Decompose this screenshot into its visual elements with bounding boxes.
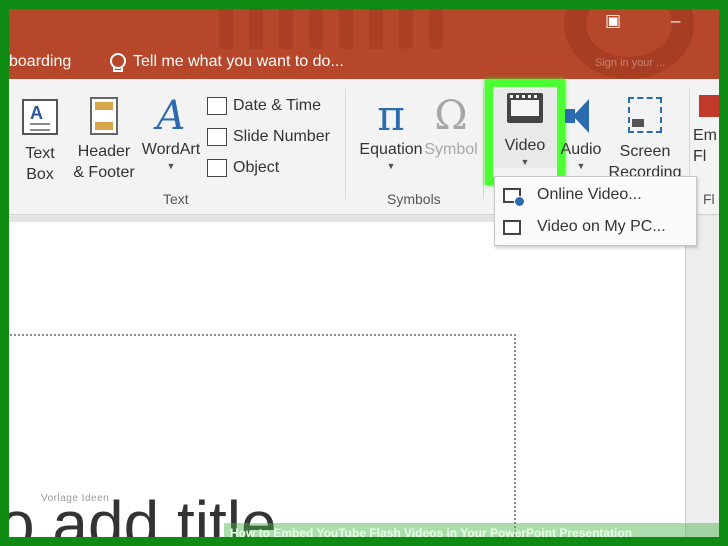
chevron-down-icon: ▼: [166, 161, 176, 171]
watermark-text: Vorlage Ideen: [41, 493, 110, 504]
calendar-icon: [207, 97, 227, 115]
screen-recording-button[interactable]: Screen Recording: [605, 95, 685, 183]
slide-number-label: Slide Number: [233, 128, 330, 145]
text-box-icon: A: [22, 99, 58, 135]
date-time-label: Date & Time: [233, 97, 322, 114]
wordart-button[interactable]: A WordArt ▼: [139, 93, 203, 172]
sign-in-hint[interactable]: Sign in your ...: [595, 57, 665, 69]
tell-me-box[interactable]: Tell me what you want to do...: [109, 53, 344, 72]
group-label-text: Text: [163, 191, 189, 207]
symbol-label: Symbol: [424, 141, 478, 158]
tell-me-text: Tell me what you want to do...: [133, 53, 344, 70]
menu-item-video-on-pc[interactable]: Video on My PC...: [495, 211, 696, 243]
symbol-button[interactable]: Ω Symbol: [421, 93, 481, 160]
powerpoint-window: ▣ – boarding Tell me what you want to do…: [9, 9, 719, 537]
text-box-label-1: Text: [25, 145, 55, 162]
screen-recording-label-1: Screen: [619, 143, 671, 160]
text-box-button[interactable]: A Text Box: [17, 99, 63, 185]
equation-label: Equation: [359, 141, 423, 158]
chevron-down-icon: ▼: [386, 161, 396, 171]
embed-flash-button[interactable]: Em Fl: [693, 95, 719, 167]
slide-number-button[interactable]: Slide Number: [207, 128, 330, 146]
vertical-scrollbar[interactable]: [685, 216, 719, 537]
header-footer-label-2: & Footer: [73, 164, 135, 181]
green-frame: ▣ – boarding Tell me what you want to do…: [0, 0, 728, 546]
chevron-down-icon: ▼: [576, 161, 586, 171]
group-separator: [483, 89, 484, 199]
wordart-label: WordArt: [141, 141, 201, 158]
date-time-button[interactable]: Date & Time: [207, 97, 321, 115]
video-file-icon: [503, 219, 521, 235]
object-button[interactable]: Object: [207, 159, 279, 177]
screen-recording-icon: [628, 97, 662, 133]
text-box-glyph: A: [30, 103, 43, 123]
header-footer-icon: [90, 97, 118, 135]
menu-item-online-video[interactable]: Online Video...: [495, 179, 696, 211]
menu-item-label: Video on My PC...: [537, 218, 666, 235]
lightbulb-icon: [109, 53, 126, 72]
title-bar: ▣ – boarding Tell me what you want to do…: [9, 9, 719, 79]
wordart-icon: A: [156, 93, 186, 139]
object-label: Object: [233, 159, 280, 176]
minimize-button[interactable]: –: [671, 11, 680, 31]
audio-label: Audio: [560, 141, 602, 158]
audio-button[interactable]: Audio ▼: [557, 93, 605, 172]
header-footer-button[interactable]: Header & Footer: [69, 97, 139, 183]
flash-icon: [699, 95, 719, 117]
group-separator: [345, 89, 346, 199]
omega-icon: Ω: [434, 93, 468, 139]
ribbon-display-icon[interactable]: ▣: [605, 11, 621, 31]
online-video-icon: [503, 187, 525, 207]
menu-item-label: Online Video...: [537, 186, 642, 203]
slide-number-icon: [207, 128, 227, 146]
equation-button[interactable]: π Equation ▼: [353, 93, 429, 172]
group-label-flash: Fl: [703, 191, 715, 207]
embed-label-2: Fl: [693, 148, 707, 165]
caption-banner: How to Embed YouTube Flash Videos in You…: [224, 523, 719, 537]
group-label-symbols: Symbols: [387, 191, 441, 207]
embed-label-1: Em: [693, 127, 717, 144]
object-icon: [207, 159, 227, 177]
video-dropdown-menu: Online Video... Video on My PC...: [494, 176, 697, 246]
highlight-box: [485, 79, 565, 185]
speaker-icon: [563, 93, 599, 139]
tab-storyboarding[interactable]: boarding: [9, 53, 71, 71]
pi-icon: π: [377, 91, 405, 140]
header-footer-label-1: Header: [77, 143, 131, 160]
text-box-label-2: Box: [26, 166, 54, 183]
